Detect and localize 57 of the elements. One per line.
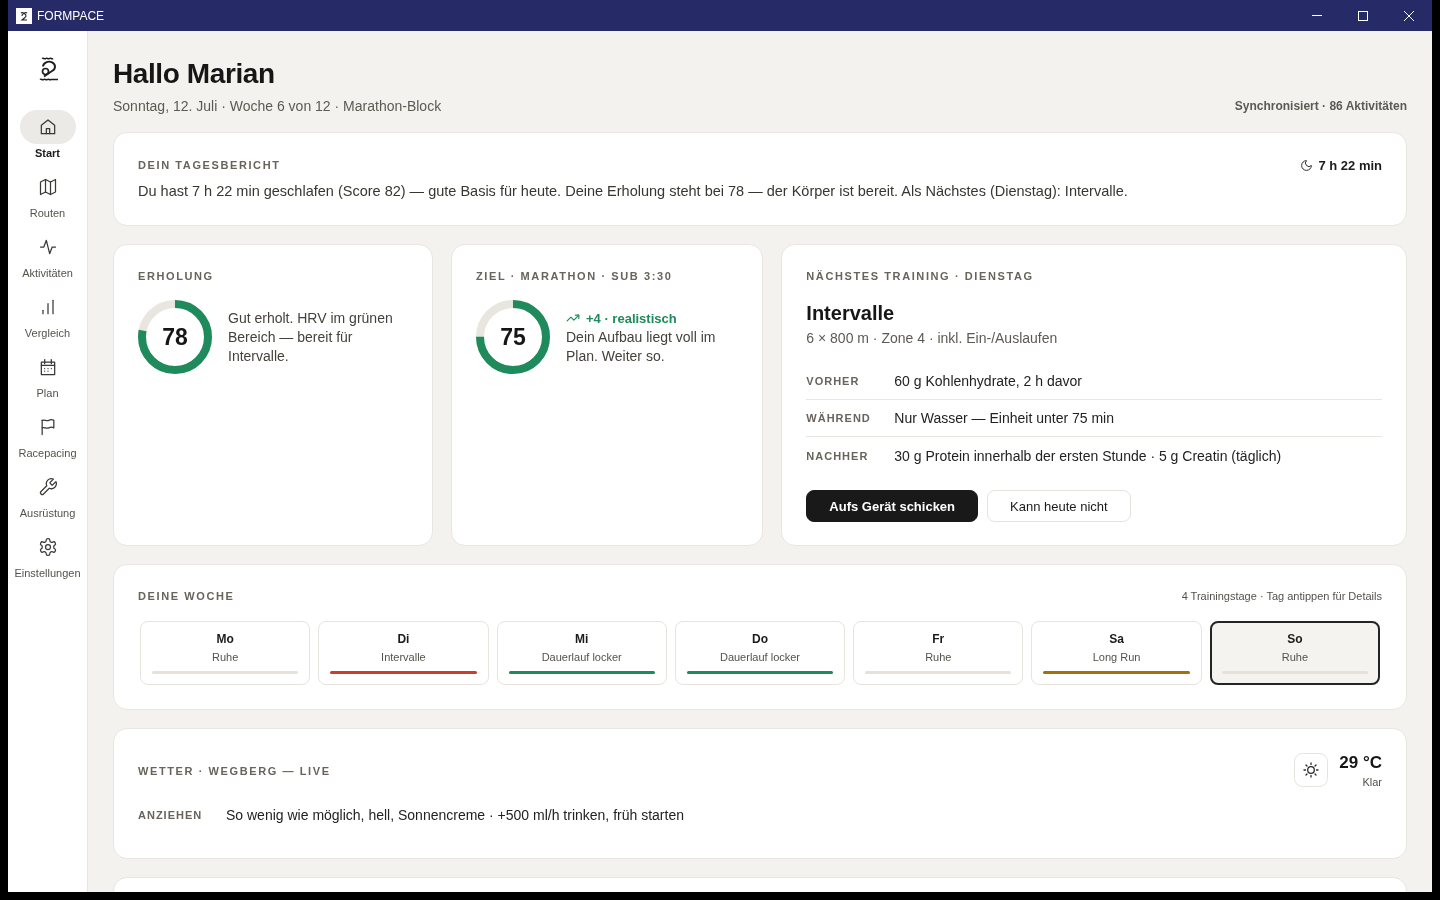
day-tile[interactable]: Sa Long Run (1031, 621, 1202, 685)
day-tile[interactable]: Mo Ruhe (140, 621, 311, 685)
page-title: Hallo Marian (113, 57, 275, 91)
skip-button[interactable]: Kann heute nicht (987, 490, 1131, 522)
section-heading: ZIEL · MARATHON · SUB 3:30 (476, 269, 673, 284)
nutrition-label: WÄHREND (806, 411, 872, 425)
nav-item[interactable]: Ausrüstung (8, 470, 88, 530)
section-heading: NÄCHSTES TRAINING · DIENSTAG (806, 269, 1034, 284)
maximize-icon (1358, 10, 1368, 21)
day-tile[interactable]: Mi Dauerlauf locker (496, 621, 667, 685)
sleep-duration: 7 h 22 min (1318, 157, 1382, 173)
section-heading: DEIN TAGESBERICHT (138, 158, 281, 173)
week-hint: 4 Trainingstage · Tag antippen für Details (1181, 590, 1382, 602)
clothing-label: ANZIEHEN (138, 808, 204, 822)
sync-status: Synchronisiert · 86 Aktivitäten (1234, 98, 1407, 114)
nutrition-text: 60 g Kohlenhydrate, 2 h davor (894, 372, 1082, 390)
nutrition-text: Nur Wasser — Einheit unter 75 min (894, 409, 1114, 427)
map-icon (37, 177, 58, 197)
nav-item[interactable]: Aktivitäten (8, 230, 88, 290)
sun-icon (1294, 753, 1329, 787)
settings-icon (37, 537, 58, 557)
training-title: Intervalle (806, 302, 895, 324)
minimize-icon (1312, 15, 1322, 16)
day-tile[interactable]: Fr Ruhe (853, 621, 1024, 685)
nutrition-label: VORHER (806, 374, 861, 388)
nutrition-label: NACHHER (806, 448, 870, 463)
nav-item[interactable]: Racepacing (8, 410, 88, 470)
nav-item[interactable]: Plan (8, 350, 88, 410)
weather-condition: Klar (1362, 775, 1382, 789)
day-tile[interactable]: Di Intervalle (318, 621, 489, 685)
app-icon (16, 7, 32, 24)
close-icon (1404, 10, 1414, 21)
send-button[interactable]: Aufs Gerät schicken (806, 490, 979, 522)
page-subtitle: Sonntag, 12. Juli · Woche 6 von 12 · Marathon-Block (113, 97, 442, 115)
nutrition-text: 30 g Protein innerhalb der ersten Stunde · 5 g Creatin (täglich) (894, 446, 1282, 465)
clothing-text: So wenig wie möglich, hell, Sonnencreme · +500 ml/h trinken, früh starten (226, 806, 684, 824)
section-heading: DEINE WOCHE (138, 589, 235, 604)
goal-score: 75 (500, 324, 526, 350)
section-heading: ERHOLUNG (138, 269, 214, 284)
trend-text: +4 · realistisch (586, 309, 677, 328)
nav-item[interactable]: Einstellungen (8, 530, 88, 590)
temperature: 29 °C (1339, 753, 1382, 773)
nav-item[interactable]: Start (8, 110, 88, 170)
training-details: 6 × 800 m · Zone 4 · inkl. Ein-/Auslaufen (806, 329, 1058, 347)
window-title: FORMPACE (37, 8, 105, 23)
pulse-icon (37, 237, 58, 257)
report-text: Du hast 7 h 22 min geschlafen (Score 82) — gute Basis für heute. Deine Erholung steht bei 78 — der Körper ist bereit. Als Nächstes (Dienstag): Intervalle. (138, 182, 1129, 201)
goal-text: Dein Aufbau liegt voll im Plan. Weiter so. (566, 327, 717, 366)
nav-item[interactable]: Routen (8, 170, 88, 230)
recovery-score: 78 (162, 324, 188, 350)
day-tile[interactable]: Do Dauerlauf locker (674, 621, 846, 685)
day-tile[interactable]: So Ruhe (1209, 621, 1380, 685)
moon-icon (1300, 158, 1314, 172)
section-heading: WETTER · WEGBERG — LIVE (138, 764, 331, 779)
wrench-icon (37, 477, 58, 497)
nav-item[interactable]: Vergleich (8, 290, 88, 350)
recovery-text: Gut erholt. HRV im grünen Bereich — bereit für Intervalle. (228, 308, 394, 366)
